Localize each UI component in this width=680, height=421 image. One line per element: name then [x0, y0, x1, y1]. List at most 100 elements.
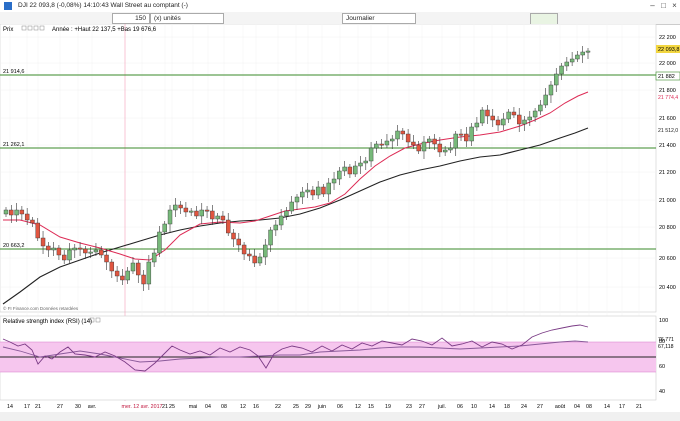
data-source-note: © FI Finance.com Données retardées [3, 305, 79, 311]
date-tick-label: 19 [385, 404, 391, 410]
date-tick-label: 06 [337, 404, 343, 410]
candle-body [40, 237, 46, 247]
candle-body [506, 111, 511, 120]
date-tick-label: 27 [419, 404, 425, 410]
candle-body [495, 119, 501, 126]
candle-body [104, 254, 109, 263]
date-tick-label: 14 [489, 404, 495, 410]
date-tick-label: 21 [636, 404, 642, 410]
candle-body [167, 209, 173, 225]
candle-body [257, 256, 263, 264]
date-tick-label: 17 [24, 404, 30, 410]
candle-body [337, 170, 342, 180]
candle-body [517, 114, 522, 125]
svg-text:40: 40 [659, 389, 665, 395]
candle-body [501, 118, 506, 126]
candle-body [83, 248, 88, 254]
units-select[interactable]: (x) unités [150, 13, 224, 24]
candle-body [411, 141, 416, 146]
candle-body [236, 238, 242, 246]
candle-body [284, 210, 289, 217]
date-tick-label: 04 [205, 404, 211, 410]
candle-body [353, 165, 358, 175]
candle-body [162, 223, 167, 233]
candle-body [226, 219, 231, 234]
candle-body [252, 255, 257, 264]
period-select[interactable]: Journalier [342, 13, 416, 24]
candle-body [464, 133, 469, 142]
date-tick-label: août [555, 404, 566, 410]
candle-body [437, 143, 443, 153]
candle-body [527, 116, 532, 121]
date-tick-label: mer. 12 avr. 2017 [122, 404, 163, 410]
candle-body [194, 210, 199, 217]
candle-body [231, 232, 236, 240]
candle-body [395, 130, 400, 140]
candle-body [3, 209, 9, 215]
candle-body [432, 138, 437, 145]
level-label-2: 21 262,1 [3, 142, 24, 148]
svg-text:20 600: 20 600 [659, 256, 676, 262]
candle-body [315, 186, 321, 196]
date-tick-label: 04 [574, 404, 580, 410]
candle-body [448, 147, 453, 151]
date-tick-label: 14 [604, 404, 610, 410]
close-icon[interactable]: × [670, 1, 679, 10]
date-tick-label: 06 [457, 404, 463, 410]
candle-body [247, 253, 252, 257]
candle-body [511, 111, 517, 116]
candle-body [24, 213, 30, 221]
candle-body [204, 209, 210, 212]
candle-body [9, 209, 14, 216]
svg-text:21 000: 21 000 [659, 198, 676, 204]
candle-body [347, 166, 353, 175]
candle-body [554, 73, 559, 86]
candle-body [532, 110, 538, 118]
candle-body [109, 261, 115, 272]
candle-body [564, 61, 570, 67]
svg-text:21 882: 21 882 [658, 74, 675, 80]
date-tick-label: 10 [471, 404, 477, 410]
candle-body [453, 133, 458, 149]
candle-body [575, 54, 580, 60]
date-tick-label: 14 [7, 404, 13, 410]
candle-body [305, 189, 310, 193]
candle-body [125, 270, 130, 281]
svg-text:60: 60 [659, 364, 665, 370]
candle-body [210, 210, 215, 220]
candle-body [188, 210, 194, 213]
date-tick-label: 16 [253, 404, 259, 410]
date-tick-label: 27 [57, 404, 63, 410]
date-tick-label: juin [317, 404, 326, 410]
minimize-icon[interactable]: – [648, 1, 657, 10]
candle-body [241, 244, 247, 255]
date-tick-label: 21 [35, 404, 41, 410]
date-tick-label: 18 [504, 404, 510, 410]
date-tick-label: 12 [240, 404, 246, 410]
candle-body [183, 207, 189, 213]
candle-body [93, 249, 99, 253]
candle-body [136, 262, 141, 276]
candle-body [77, 247, 83, 250]
count-input[interactable]: 150 [112, 13, 150, 24]
chart-area[interactable]: 21 914,6 21 262,1 20 663,2 Prix Année : … [0, 23, 680, 412]
candle-body [35, 222, 40, 239]
date-tick-label: 21 [162, 404, 168, 410]
candle-body [384, 140, 390, 146]
candle-body [30, 219, 35, 224]
candle-body [458, 133, 464, 136]
candle-body [321, 186, 326, 195]
candle-body [289, 201, 294, 212]
maximize-icon[interactable]: □ [659, 1, 668, 10]
candle-body [479, 109, 485, 124]
svg-text:21 200: 21 200 [659, 170, 676, 176]
candle-body [421, 141, 427, 152]
price-axis-title: Prix [3, 27, 13, 33]
candle-body [178, 204, 183, 209]
candle-body [263, 244, 268, 258]
candle-body [46, 245, 51, 251]
candle-body [67, 249, 72, 261]
date-tick-label: juil. [437, 404, 446, 410]
candle-body [51, 247, 56, 251]
candle-body [278, 215, 284, 226]
